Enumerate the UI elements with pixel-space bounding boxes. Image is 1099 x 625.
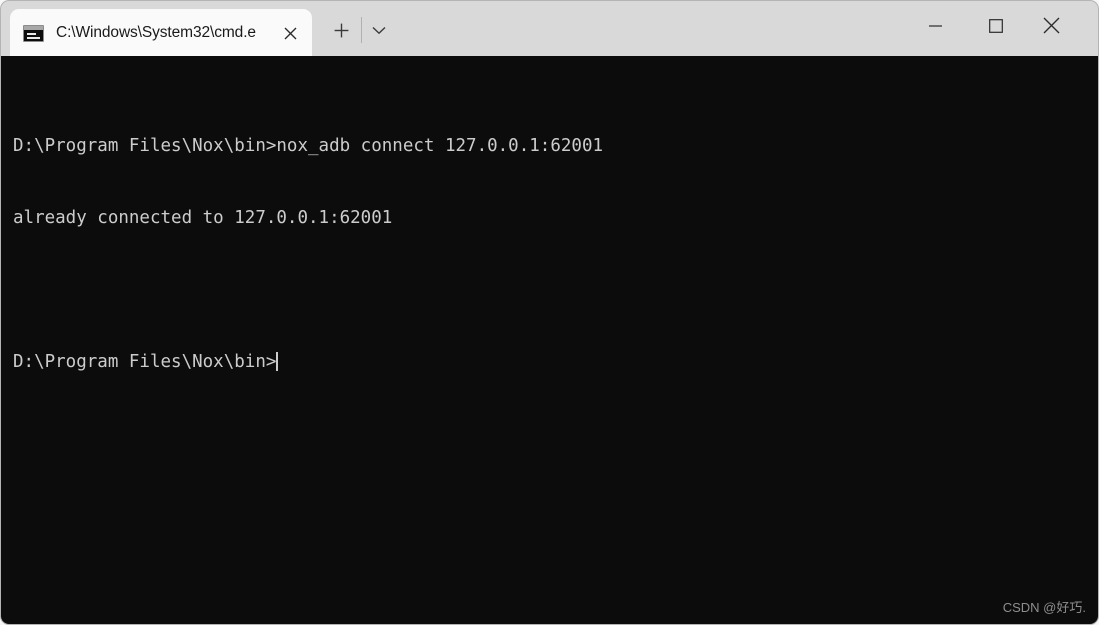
minimize-button[interactable] <box>912 2 958 49</box>
tab-menu-divider <box>361 17 362 43</box>
tab-cmd[interactable]: C:\Windows\System32\cmd.e <box>10 9 312 57</box>
text-cursor <box>276 352 279 371</box>
close-button[interactable] <box>1028 2 1074 49</box>
tab-strip: C:\Windows\System32\cmd.e <box>10 9 312 57</box>
new-tab-button[interactable] <box>326 15 356 45</box>
title-bar: C:\Windows\System32\cmd.e <box>0 0 1099 57</box>
tab-title: C:\Windows\System32\cmd.e <box>56 24 256 41</box>
terminal-window: C:\Windows\System32\cmd.e D:\Program Fil… <box>0 0 1099 625</box>
console-line: already connected to 127.0.0.1:62001 <box>13 208 393 228</box>
tab-close-icon[interactable] <box>277 20 303 46</box>
console-prompt-line: D:\Program Files\Nox\bin> <box>13 350 603 374</box>
console-prompt-text: D:\Program Files\Nox\bin> <box>13 352 277 372</box>
console-line: D:\Program Files\Nox\bin>nox_adb connect… <box>13 136 604 156</box>
chevron-down-icon[interactable] <box>364 15 394 45</box>
console-icon <box>23 24 44 42</box>
watermark: CSDN @好巧. <box>1002 600 1086 615</box>
maximize-button[interactable] <box>973 2 1019 49</box>
console-output: D:\Program Files\Nox\bin>nox_adb connect… <box>13 86 603 422</box>
terminal-body[interactable]: D:\Program Files\Nox\bin>nox_adb connect… <box>0 56 1099 625</box>
